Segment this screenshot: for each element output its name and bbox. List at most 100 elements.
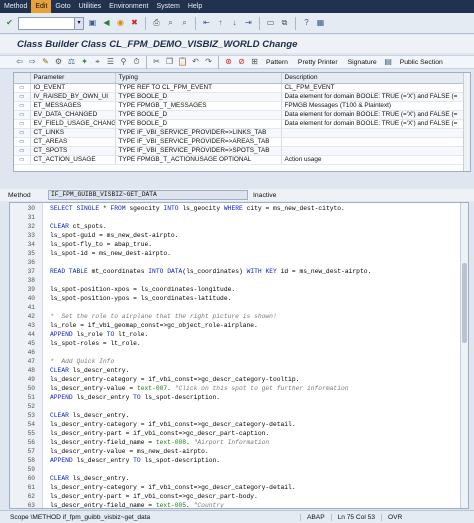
cell-typing[interactable]: TYPE IF_VBI_SERVICE_PROVIDER=>SPOTS_TAB xyxy=(115,146,282,156)
cell-description[interactable] xyxy=(281,146,470,156)
navigation-icon[interactable]: ⚲ xyxy=(118,57,129,68)
code-line[interactable]: ls_descr_entry-category = if_vbi_const=>… xyxy=(50,484,296,491)
cell-typing[interactable]: TYPE BOOLE_D xyxy=(115,92,282,102)
table-row[interactable]: ▭ ET_MESSAGES TYPE FPMGB_T_MESSAGES FPMGB M… xyxy=(14,101,470,111)
code-line[interactable]: SELECT SINGLE * FROM sgeocity INTO ls_ge… xyxy=(50,205,345,212)
code-line[interactable]: * Set the role to airplane that the righ… xyxy=(50,313,277,320)
enter-check-icon[interactable]: ✔ xyxy=(4,18,15,29)
activate-icon[interactable]: ✦ xyxy=(79,57,90,68)
cut-icon[interactable]: ✂ xyxy=(151,57,162,68)
public-section-button[interactable]: Public Section xyxy=(396,59,447,66)
cell-typing[interactable]: TYPE BOOLE_D xyxy=(115,110,282,120)
cell-description[interactable]: Action usage xyxy=(281,155,470,165)
pattern-button[interactable]: Pattern xyxy=(262,59,292,66)
code-line[interactable]: * Add Quick Info xyxy=(50,358,114,365)
parameter-table-scrollbar[interactable] xyxy=(463,73,470,171)
table-row[interactable]: ▭ CT_ACTION_USAGE TYPE FPMGB_T_ACTIONUSAGE… xyxy=(14,155,470,165)
code-line[interactable]: APPEND ls_descr_entry TO ls_spot-descrip… xyxy=(50,457,220,464)
cell-description[interactable]: CL_FPM_EVENT xyxy=(281,83,470,93)
code-line[interactable]: APPEND ls_role TO lt_role. xyxy=(50,331,148,338)
code-line[interactable]: ls_spot-position-ypos = ls_coordinates-l… xyxy=(50,295,231,302)
menu-goto[interactable]: Goto xyxy=(51,0,74,13)
cell-parameter[interactable]: CT_LINKS xyxy=(30,128,116,138)
code-line[interactable]: ls_spot-guid = ms_new_dest-airpto. xyxy=(50,232,178,239)
table-row[interactable]: ▭EV_FIELD_USAGE_CHANGEDTYPE BOOLE_DData … xyxy=(14,119,470,129)
cell-parameter[interactable]: IV_RAISED_BY_OWN_UI xyxy=(30,92,116,102)
code-line[interactable]: CLEAR ls_descr_entry. xyxy=(50,475,129,482)
cell-typing[interactable]: TYPE FPMGB_T_ACTIONUSAGE OPTIONAL xyxy=(115,155,282,165)
cell-description[interactable] xyxy=(281,137,470,147)
help-icon[interactable]: ? xyxy=(301,18,312,29)
table-row[interactable]: ▭ IO_EVENT TYPE REF TO CL_FPM_EVENT CL_FPM_… xyxy=(14,83,470,93)
prev-page-icon[interactable]: ↑ xyxy=(215,18,226,29)
new-session-icon[interactable]: ▭ xyxy=(265,18,276,29)
cell-typing[interactable]: TYPE FPMGB_T_MESSAGES xyxy=(115,101,282,111)
code-editor[interactable]: 30 31 32 33 34 35 36 37 38 39 40 41 42 43 44 45 46 47 48 49… xyxy=(9,202,469,509)
column-header-parameter[interactable]: Parameter xyxy=(30,73,116,84)
chevron-down-icon[interactable]: ▾ xyxy=(74,17,83,29)
find-next-icon[interactable]: ⌕ xyxy=(179,18,190,29)
cell-typing[interactable]: TYPE IF_VBI_SERVICE_PROVIDER=>AREAS_TAB xyxy=(115,137,282,147)
code-line[interactable]: CLEAR ct_spots. xyxy=(50,223,107,230)
display-change-icon[interactable]: ⚙ xyxy=(53,57,64,68)
next-page-icon[interactable]: ↓ xyxy=(229,18,240,29)
cell-typing[interactable]: TYPE IF_VBI_SERVICE_PROVIDER=>LINKS_TAB xyxy=(115,128,282,138)
code-line[interactable]: ls_spot-roles = lt_role. xyxy=(50,340,141,347)
breakpoint-icon[interactable]: ⊘ xyxy=(236,57,247,68)
back-arrow-icon[interactable]: ⇦ xyxy=(14,57,25,68)
other-object-icon[interactable]: ✎ xyxy=(40,57,51,68)
shortcut-icon[interactable]: ⧉ xyxy=(279,18,290,29)
cell-description[interactable]: FPMGB Messages (T100 & Plaintext) xyxy=(281,101,470,111)
cell-parameter[interactable]: CT_ACTION_USAGE xyxy=(30,155,116,165)
code-line[interactable]: ls_spot-fly_to = abap_true. xyxy=(50,241,152,248)
signature-button[interactable]: Signature xyxy=(344,59,381,66)
first-page-icon[interactable]: ⇤ xyxy=(201,18,212,29)
code-line[interactable]: ls_descr_entry-value = text-007. "Click … xyxy=(50,385,349,392)
code-line[interactable]: CLEAR ls_descr_entry. xyxy=(50,412,129,419)
exit-icon[interactable]: ◉ xyxy=(115,18,126,29)
insert-mode[interactable]: OVR xyxy=(381,513,408,521)
cancel-icon[interactable]: ✖ xyxy=(129,18,140,29)
code-line[interactable]: READ TABLE mt_coordinates INTO DATA(ls_c… xyxy=(50,268,371,275)
menu-environment[interactable]: Environment xyxy=(105,0,152,13)
table-row[interactable]: ▭ CT_AREAS TYPE IF_VBI_SERVICE_PROVIDER=>A… xyxy=(14,137,470,147)
code-line[interactable]: ls_role = if_vbi_geomap_const=>gc_object… xyxy=(50,322,258,329)
code-line[interactable]: ls_descr_entry-part = if_vbi_const=>gc_d… xyxy=(50,493,258,500)
cell-typing[interactable]: TYPE BOOLE_D xyxy=(115,119,282,129)
code-line[interactable]: ls_spot-position-xpos = ls_coordinates-l… xyxy=(50,286,235,293)
code-line[interactable]: APPEND ls_descr_entry TO ls_spot-descrip… xyxy=(50,394,220,401)
cell-parameter[interactable]: ET_MESSAGES xyxy=(30,101,116,111)
cell-description[interactable] xyxy=(281,128,470,138)
table-row[interactable]: ▭ CT_SPOTS TYPE IF_VBI_SERVICE_PROVIDER=>S… xyxy=(14,146,470,156)
last-page-icon[interactable]: ⇥ xyxy=(243,18,254,29)
menu-utilities[interactable]: Utilities xyxy=(75,0,106,13)
debug-icon[interactable]: ⊛ xyxy=(223,57,234,68)
forward-arrow-icon[interactable]: ⇨ xyxy=(27,57,38,68)
print-icon[interactable]: ⎙ xyxy=(151,18,162,29)
where-used-icon[interactable]: ⌖ xyxy=(92,57,103,68)
editor-scrollbar[interactable] xyxy=(460,203,468,508)
cell-typing[interactable]: TYPE REF TO CL_FPM_EVENT xyxy=(115,83,282,93)
save-icon[interactable]: ▣ xyxy=(87,18,98,29)
cell-parameter[interactable]: EV_DATA_CHANGED xyxy=(30,110,116,120)
cell-description[interactable]: Data element for domain BOOLE: TRUE (='X… xyxy=(281,119,470,129)
code-line[interactable]: ls_spot-id = ms_new_dest-airpto. xyxy=(50,250,171,257)
code-line[interactable]: ls_descr_entry-category = if_vbi_const=>… xyxy=(50,421,296,428)
column-header-description[interactable]: Description xyxy=(281,73,470,84)
cell-parameter[interactable]: CT_SPOTS xyxy=(30,146,116,156)
code-line[interactable]: ls_descr_entry-category = if_vbi_const=>… xyxy=(50,376,299,383)
check-icon[interactable]: ⚖ xyxy=(66,57,77,68)
cell-parameter[interactable]: IO_EVENT xyxy=(30,83,116,93)
back-icon[interactable]: ◀ xyxy=(101,18,112,29)
cell-description[interactable]: Data element for domain BOOLE: TRUE (='X… xyxy=(281,92,470,102)
code-line[interactable]: ls_descr_entry-field_name = text-008. "A… xyxy=(50,439,269,446)
undo-icon[interactable]: ↶ xyxy=(190,57,201,68)
cell-parameter[interactable]: CT_AREAS xyxy=(30,137,116,147)
paste-icon[interactable]: 📋 xyxy=(177,57,188,68)
redo-icon[interactable]: ↷ xyxy=(203,57,214,68)
code-line[interactable]: CLEAR ls_descr_entry. xyxy=(50,367,129,374)
menu-help[interactable]: Help xyxy=(184,0,206,13)
table-row[interactable]: ▭ IV_RAISED_BY_OWN_UI TYPE BOOLE_D Data ele… xyxy=(14,92,470,102)
find-icon[interactable]: ⌕ xyxy=(165,18,176,29)
column-header-typing[interactable]: Typing xyxy=(115,73,282,84)
